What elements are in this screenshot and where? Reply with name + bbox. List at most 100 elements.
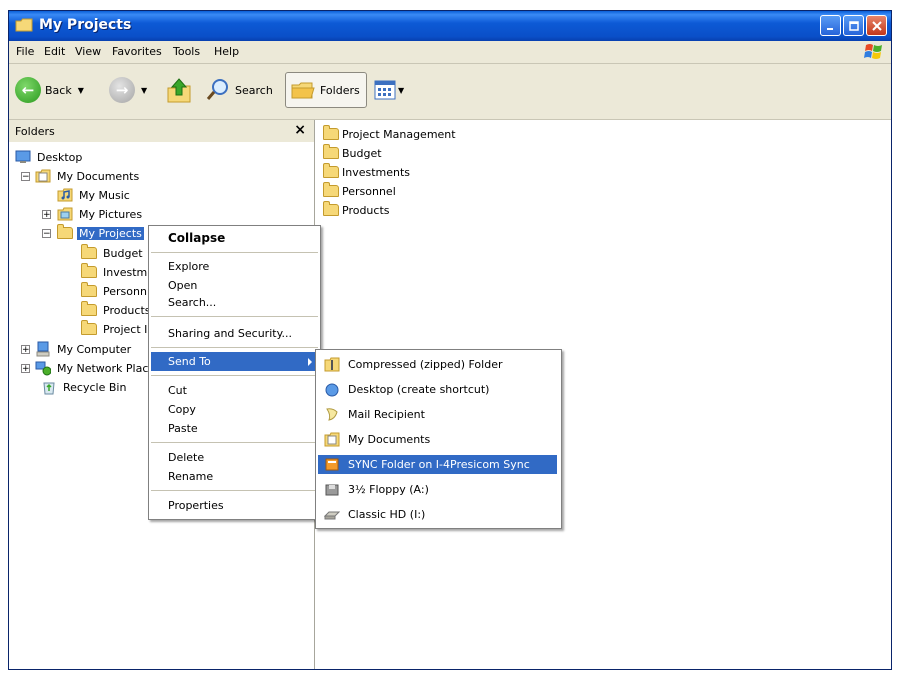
menu-item-cut[interactable]: Cut — [151, 381, 318, 400]
maximize-button[interactable] — [843, 15, 864, 36]
expand-toggle[interactable]: + — [21, 345, 30, 355]
list-item[interactable]: Personnel — [323, 182, 396, 200]
folder-icon — [81, 263, 97, 278]
menu-item-search[interactable]: Search... — [151, 293, 318, 312]
menu-item-floppy[interactable]: 3½ Floppy (A:) — [318, 480, 559, 499]
network-icon — [35, 361, 51, 376]
tree-item-my-pictures[interactable]: My Pictures — [57, 205, 144, 223]
folders-button[interactable]: Folders — [285, 72, 367, 108]
list-item[interactable]: Budget — [323, 144, 382, 162]
menu-item-classic-hd[interactable]: Classic HD (I:) — [318, 505, 559, 524]
tree-item-my-documents[interactable]: My Documents — [35, 167, 141, 185]
list-item[interactable]: Project Management — [323, 125, 456, 143]
menu-help[interactable]: Help — [214, 45, 239, 58]
search-button[interactable]: Search — [205, 72, 273, 108]
my-documents-icon — [324, 432, 340, 447]
up-folder-icon — [167, 78, 191, 103]
menu-favorites[interactable]: Favorites — [112, 45, 162, 58]
item-label: Personnel — [342, 184, 396, 198]
dropdown-arrow-icon: ▼ — [141, 85, 148, 95]
menu-item-delete[interactable]: Delete — [151, 448, 318, 467]
menu-separator — [151, 375, 318, 376]
menu-item-sync-folder[interactable]: SYNC Folder on I-4Presicom Sync — [318, 455, 557, 474]
views-button[interactable]: ▼ — [374, 72, 404, 108]
folder-icon — [81, 282, 97, 297]
tree-item-desktop[interactable]: Desktop — [15, 148, 84, 166]
menu-item-desktop-shortcut[interactable]: Desktop (create shortcut) — [318, 380, 559, 399]
menu-view[interactable]: View — [75, 45, 101, 58]
tree-item-budget[interactable]: Budget — [81, 244, 145, 262]
menu-item-collapse[interactable]: Collapse — [151, 229, 318, 248]
folders-pane-title: Folders — [15, 125, 55, 138]
forward-button[interactable]: → ▼ — [109, 72, 147, 108]
music-folder-icon — [57, 188, 73, 202]
window-title: My Projects — [39, 17, 132, 33]
desktop-icon — [15, 150, 31, 163]
expand-toggle[interactable]: + — [42, 210, 51, 220]
menu-file[interactable]: File — [16, 45, 34, 58]
tree-label-selected: My Projects — [77, 226, 144, 240]
zip-folder-icon — [324, 357, 340, 372]
menu-item-explore[interactable]: Explore — [151, 257, 318, 276]
close-button[interactable] — [866, 15, 887, 36]
maximize-icon — [848, 21, 859, 31]
list-item[interactable]: Investments — [323, 163, 410, 181]
menu-item-properties[interactable]: Properties — [151, 496, 318, 515]
close-icon — [871, 21, 882, 31]
menu-edit[interactable]: Edit — [44, 45, 65, 58]
tree-item-personnel[interactable]: Personn — [81, 282, 149, 300]
submenu-arrow-icon — [308, 358, 312, 366]
tree-label: Recycle Bin — [63, 380, 127, 394]
item-label: Investments — [342, 165, 411, 179]
tree-item-my-projects[interactable]: My Projects — [57, 224, 144, 242]
menu-bar: File Edit View Favorites Tools Help — [9, 41, 891, 64]
tree-item-investments[interactable]: Investm — [81, 263, 149, 281]
menu-item-mail-recipient[interactable]: Mail Recipient — [318, 405, 559, 424]
collapse-toggle[interactable]: − — [21, 172, 30, 182]
up-folder-button[interactable] — [166, 72, 192, 108]
tree-label: My Music — [79, 188, 130, 202]
menu-item-rename[interactable]: Rename — [151, 467, 318, 486]
menu-tools[interactable]: Tools — [173, 45, 200, 58]
tree-label: Project I — [103, 322, 148, 336]
close-pane-icon[interactable]: × — [294, 122, 306, 138]
computer-icon — [36, 341, 50, 357]
minimize-icon — [826, 28, 833, 30]
folder-icon — [81, 301, 97, 316]
collapse-toggle[interactable]: − — [42, 229, 51, 239]
folder-icon — [323, 144, 339, 159]
minimize-button[interactable] — [820, 15, 841, 36]
tree-item-my-computer[interactable]: My Computer — [35, 340, 133, 358]
menu-item-copy[interactable]: Copy — [151, 400, 318, 419]
folder-icon — [323, 125, 339, 140]
menu-item-compressed-folder[interactable]: Compressed (zipped) Folder — [318, 355, 559, 374]
tree-item-project-management[interactable]: Project I — [81, 320, 149, 338]
tree-item-my-music[interactable]: My Music — [57, 186, 132, 204]
pictures-folder-icon — [57, 207, 73, 221]
explorer-window: My Projects File Edit View Favorites Too… — [8, 10, 892, 670]
expand-toggle[interactable]: + — [21, 364, 30, 374]
menu-item-send-to[interactable]: Send To — [151, 352, 318, 371]
folder-icon — [15, 18, 33, 32]
menu-item-sharing-security[interactable]: Sharing and Security... — [151, 324, 318, 343]
tree-item-products[interactable]: Products — [81, 301, 153, 319]
dropdown-arrow-icon: ▼ — [77, 85, 84, 95]
menu-item-paste[interactable]: Paste — [151, 419, 318, 438]
tree-item-my-network-places[interactable]: My Network Plac — [35, 359, 150, 377]
menu-item-label: Compressed (zipped) Folder — [348, 358, 503, 371]
menu-item-label: My Documents — [348, 433, 431, 446]
folder-icon — [57, 224, 73, 239]
back-button[interactable]: ← Back ▼ — [15, 72, 84, 108]
menu-item-label: 3½ Floppy (A:) — [348, 483, 429, 496]
menu-item-label: Send To — [168, 355, 211, 368]
sync-folder-icon — [325, 458, 339, 471]
list-item[interactable]: Products — [323, 201, 390, 219]
dropdown-arrow-icon: ▼ — [398, 85, 405, 95]
folders-label: Folders — [320, 83, 360, 97]
menu-item-my-documents[interactable]: My Documents — [318, 430, 559, 449]
tree-item-recycle-bin[interactable]: Recycle Bin — [41, 378, 128, 396]
item-label: Products — [342, 203, 390, 217]
title-bar[interactable]: My Projects — [9, 11, 891, 41]
send-to-submenu: Compressed (zipped) Folder Desktop (crea… — [315, 349, 562, 529]
tree-label: My Network Plac — [57, 361, 149, 375]
